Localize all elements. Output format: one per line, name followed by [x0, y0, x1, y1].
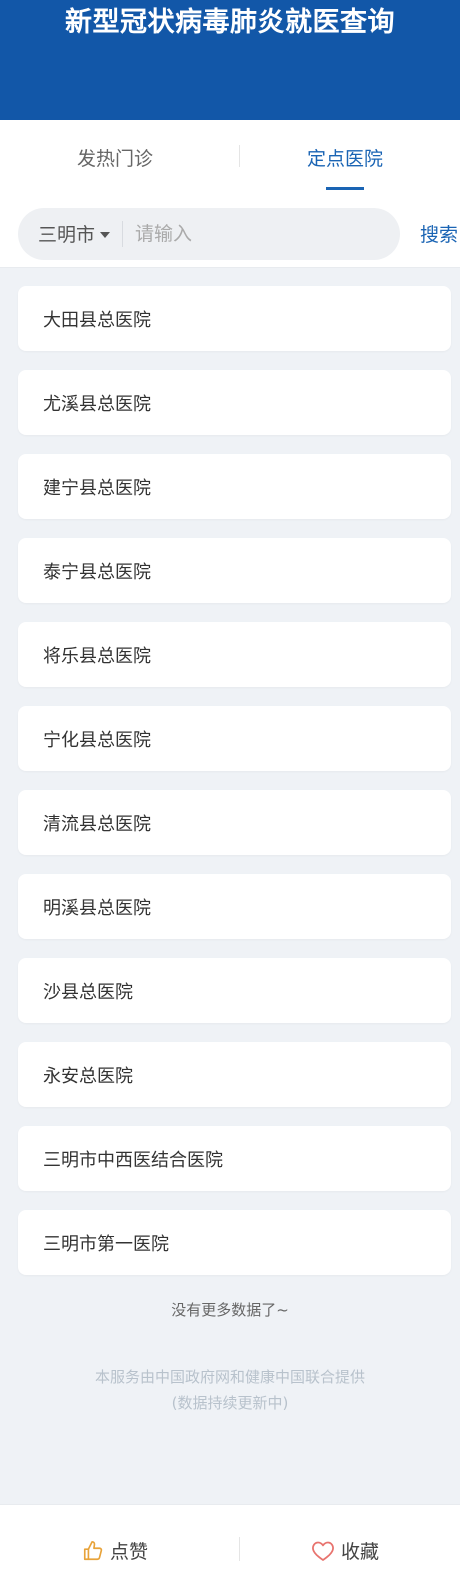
list-item[interactable]: 三明市中西医结合医院: [18, 1126, 451, 1191]
city-select[interactable]: 三明市: [38, 220, 124, 247]
tab-designated-hospital[interactable]: 定点医院: [230, 120, 460, 200]
footer-note-line2: (数据持续更新中): [171, 1394, 289, 1412]
like-label: 点赞: [109, 1541, 148, 1563]
list-item[interactable]: 宁化县总医院: [18, 706, 451, 771]
list-item[interactable]: 建宁县总医院: [18, 454, 451, 519]
footer-note: 本服务由中国政府网和健康中国联合提供 (数据持续更新中): [0, 1364, 460, 1416]
list-item[interactable]: 清流县总医院: [18, 790, 451, 855]
search-input[interactable]: [135, 222, 356, 245]
page-title: 新型冠状病毒肺炎就医查询: [65, 7, 395, 38]
search-box: 三明市: [18, 207, 400, 260]
city-select-label: 三明市: [38, 224, 96, 246]
no-more-data-text: 没有更多数据了~: [171, 1301, 289, 1319]
list-item[interactable]: 将乐县总医院: [18, 622, 451, 687]
list-item[interactable]: 尤溪县总医院: [18, 370, 451, 435]
list-item[interactable]: 泰宁县总医院: [18, 538, 451, 603]
hospital-list: 大田县总医院 尤溪县总医院 建宁县总医院 泰宁县总医院 将乐县总医院 宁化县总医…: [0, 268, 460, 1275]
list-item[interactable]: 大田县总医院: [18, 286, 451, 351]
page-header: 新型冠状病毒肺炎就医查询: [0, 0, 460, 120]
tab-fever-clinic[interactable]: 发热门诊: [0, 120, 230, 200]
list-item[interactable]: 沙县总医院: [18, 958, 451, 1023]
search-button[interactable]: 搜索: [420, 220, 458, 247]
bottom-divider: [239, 1537, 240, 1561]
list-item[interactable]: 明溪县总医院: [18, 874, 451, 939]
caret-down-icon: [100, 231, 111, 238]
tab-bar: 发热门诊 定点医院: [0, 120, 460, 200]
footer-note-line1: 本服务由中国政府网和健康中国联合提供: [94, 1368, 365, 1386]
thumbs-up-icon: [83, 1540, 103, 1560]
like-button[interactable]: 点赞: [0, 1535, 230, 1564]
bottom-action-bar: 点赞 收藏: [0, 1504, 460, 1594]
search-bar: 三明市 搜索: [0, 200, 460, 268]
favorite-label: 收藏: [340, 1541, 379, 1563]
list-item[interactable]: 永安总医院: [18, 1042, 451, 1107]
heart-icon: [312, 1541, 334, 1561]
list-item[interactable]: 三明市第一医院: [18, 1210, 451, 1275]
favorite-button[interactable]: 收藏: [230, 1535, 460, 1564]
